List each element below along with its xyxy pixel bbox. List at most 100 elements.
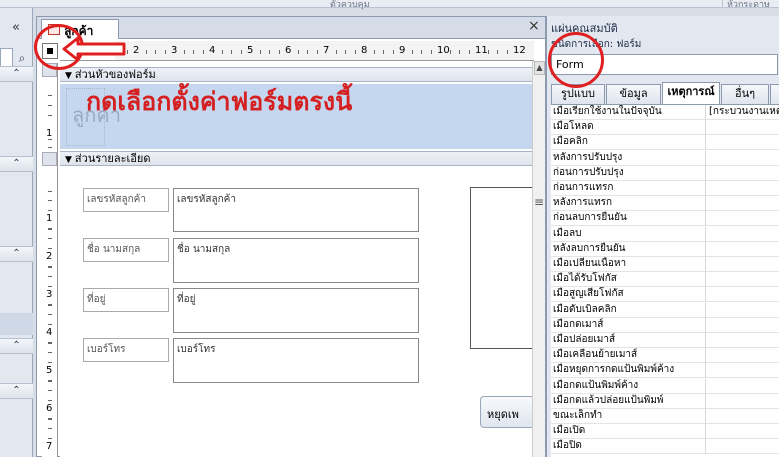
vruler-number: 5 xyxy=(46,365,53,376)
property-row[interactable]: เมื่อเคลื่อนย้ายเมาส์ xyxy=(551,348,779,364)
vruler-tick xyxy=(48,362,52,363)
double-chevron-up-icon[interactable]: ⌃ xyxy=(0,66,33,82)
field-label-full-name[interactable]: ชื่อ นามสกุล xyxy=(83,238,169,262)
property-row[interactable]: เมื่อโหลด xyxy=(551,120,779,136)
property-row[interactable]: เมื่อสูญเสียโฟกัส xyxy=(551,287,779,303)
field-textbox-phone[interactable]: เบอร์โทร xyxy=(173,338,419,383)
splitter-handle-icon[interactable]: ≡ xyxy=(533,195,545,235)
property-value[interactable] xyxy=(707,348,779,363)
vruler-tick xyxy=(48,200,52,201)
field-label-customer-id[interactable]: เลขรหัสลูกค้า xyxy=(83,188,169,212)
double-chevron-up-icon[interactable]: ⌃ xyxy=(0,156,33,172)
field-label-phone[interactable]: เบอร์โทร xyxy=(83,338,169,362)
property-value[interactable] xyxy=(707,272,779,287)
double-chevron-up-icon[interactable]: ⌃ xyxy=(0,246,33,262)
property-row[interactable]: เมื่อลบ xyxy=(551,226,779,242)
tab-event[interactable]: เหตุการณ์ xyxy=(662,82,720,104)
navigation-pane: « ⌕ ⌃ ⌃ ⌃ ⌃ ⌃ xyxy=(0,8,33,457)
property-value[interactable] xyxy=(707,120,779,135)
double-chevron-up-icon[interactable]: ⌃ xyxy=(0,338,33,354)
field-label-address[interactable]: ที่อยู่ xyxy=(83,288,169,312)
property-value[interactable] xyxy=(707,394,779,409)
property-value[interactable]: [กระบวนงานเหตุ xyxy=(707,105,779,120)
property-row[interactable]: ก่อนลบการยืนยัน xyxy=(551,211,779,227)
property-name: เมื่อกดแป้นพิมพ์ค้าง xyxy=(551,378,706,394)
property-value[interactable] xyxy=(707,181,779,196)
stop-button[interactable]: หยุดเพ xyxy=(480,396,540,428)
vruler-number: 1 xyxy=(46,213,53,224)
property-value[interactable] xyxy=(707,211,779,226)
property-value[interactable] xyxy=(707,196,779,211)
section-bar-header[interactable]: ▼ ส่วนหัวของฟอร์ม xyxy=(60,67,534,82)
vruler-tick xyxy=(48,191,52,192)
tab-all[interactable] xyxy=(770,84,779,104)
property-value[interactable] xyxy=(707,135,779,150)
property-row[interactable]: เมื่อปล่อยเมาส์ xyxy=(551,333,779,348)
search-icon[interactable]: ⌕ xyxy=(13,48,31,68)
property-value[interactable] xyxy=(707,257,779,272)
property-value[interactable] xyxy=(707,303,779,318)
property-value[interactable] xyxy=(707,227,779,242)
field-textbox-customer-id[interactable]: เลขรหัสลูกค้า xyxy=(173,188,419,232)
property-row[interactable]: เมื่อเปลี่ยนเนื้อหา xyxy=(551,257,779,272)
property-row[interactable]: ก่อนการแทรก xyxy=(551,181,779,196)
property-row[interactable]: เมื่อปิด xyxy=(551,439,779,455)
form-detail-section[interactable]: เลขรหัสลูกค้า เลขรหัสลูกค้า ชื่อ นามสกุล… xyxy=(60,171,540,457)
property-row[interactable]: เมื่อคลิก xyxy=(551,135,779,151)
property-row[interactable]: หลังการปรับปรุง xyxy=(551,150,779,166)
section-header-label: ส่วนหัวของฟอร์ม xyxy=(74,68,156,81)
field-textbox-address[interactable]: ที่อยู่ xyxy=(173,288,419,333)
property-row[interactable]: เมื่อกดแป้นพิมพ์ค้าง xyxy=(551,378,779,394)
property-name: ก่อนลบการยืนยัน xyxy=(551,211,706,227)
vruler-tick xyxy=(48,115,52,116)
property-name: เมื่อได้รับโฟกัส xyxy=(551,272,706,288)
property-value[interactable] xyxy=(707,242,779,257)
property-row[interactable]: เมื่อหยุดการกดแป้นพิมพ์ค้าง xyxy=(551,363,779,379)
vruler-tick xyxy=(48,210,52,211)
tab-data[interactable]: ข้อมูล xyxy=(606,84,661,104)
property-row[interactable]: เมื่อเรียกใช้งานในปัจจุบัน [กระบวนงานเหตุ xyxy=(551,105,779,120)
field-textbox-full-name[interactable]: ชื่อ นามสกุล xyxy=(173,238,419,283)
property-row[interactable]: เมื่อเปิด xyxy=(551,424,779,440)
property-value[interactable] xyxy=(707,318,779,333)
property-value[interactable] xyxy=(707,363,779,378)
section-bar-detail[interactable]: ▼ ส่วนรายละเอียด xyxy=(60,151,534,166)
property-value[interactable] xyxy=(707,333,779,348)
ruler-tick xyxy=(164,50,166,54)
property-value[interactable] xyxy=(707,439,779,454)
nav-search-input[interactable] xyxy=(0,48,13,68)
property-value[interactable] xyxy=(707,287,779,302)
section-selector-detail[interactable] xyxy=(42,152,57,166)
property-name: ขณะเล็กทำ xyxy=(551,409,706,424)
property-name: หลังการแทรก xyxy=(551,196,706,212)
property-value[interactable] xyxy=(707,166,779,181)
property-row[interactable]: เมื่อได้รับโฟกัส xyxy=(551,272,779,288)
tab-other[interactable]: อื่นๆ xyxy=(721,84,769,104)
property-row[interactable]: ก่อนการปรับปรุง xyxy=(551,165,779,181)
property-value[interactable] xyxy=(707,409,779,424)
property-row[interactable]: เมื่อกดเมาส์ xyxy=(551,317,779,333)
property-value[interactable] xyxy=(707,379,779,394)
property-value[interactable] xyxy=(707,151,779,166)
close-icon[interactable]: × xyxy=(528,18,540,34)
scroll-up-icon[interactable]: ▲ xyxy=(534,61,545,75)
double-chevron-left-icon[interactable]: « xyxy=(12,20,20,35)
property-value[interactable] xyxy=(707,424,779,439)
property-row[interactable]: เมื่อดับเบิลคลิก xyxy=(551,302,779,318)
vertical-scrollbar[interactable]: ▲ xyxy=(532,61,545,457)
ruler-number: 6 xyxy=(285,45,292,56)
vruler-tick xyxy=(48,229,52,230)
ruler-tick xyxy=(506,50,508,54)
vruler-number: 3 xyxy=(46,289,53,300)
vruler-tick xyxy=(48,352,52,353)
property-row[interactable]: ขณะเล็กทำ xyxy=(551,409,779,424)
subform-control[interactable] xyxy=(470,187,532,349)
annotation-arrow-icon xyxy=(62,36,126,62)
property-name: เมื่อกดเมาส์ xyxy=(551,317,706,333)
property-row[interactable]: หลังลบการยืนยัน xyxy=(551,241,779,257)
property-row[interactable]: เมื่อกดแล้วปล่อยแป้นพิมพ์ xyxy=(551,393,779,409)
property-row[interactable]: หลังการแทรก xyxy=(551,196,779,212)
vruler-tick xyxy=(48,248,52,249)
nav-selected-item[interactable] xyxy=(0,313,33,335)
double-chevron-up-icon[interactable]: ⌃ xyxy=(0,383,33,399)
